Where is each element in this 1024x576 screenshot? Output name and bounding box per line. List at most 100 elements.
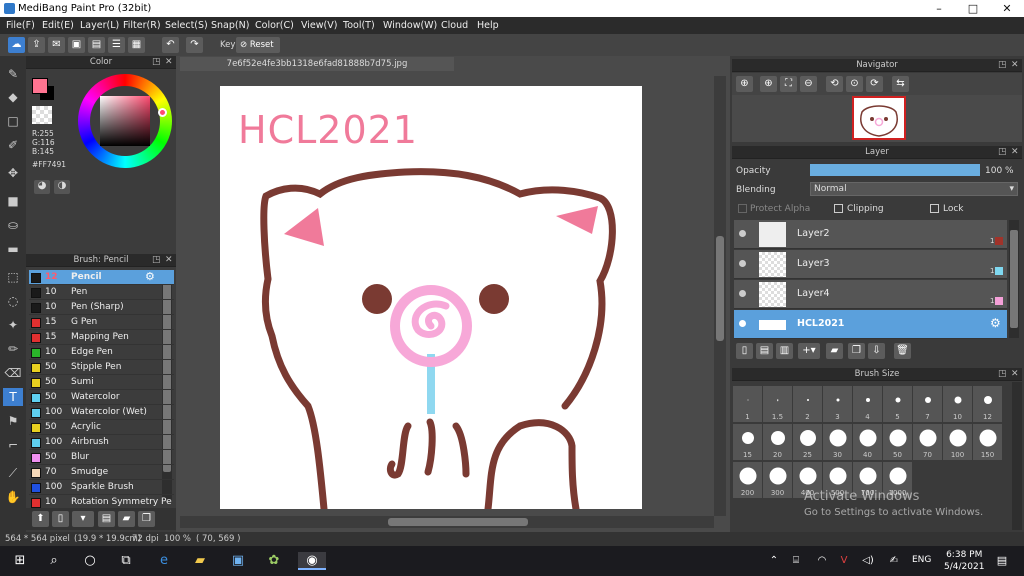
brush-size-option[interactable]: 50 bbox=[883, 424, 912, 460]
operation-tool-icon[interactable]: ⚑ bbox=[3, 412, 23, 430]
document-icon[interactable]: ▤ bbox=[88, 37, 105, 53]
brush-size-option[interactable]: 15 bbox=[733, 424, 762, 460]
brush-duplicate-icon[interactable]: ❐ bbox=[138, 511, 155, 527]
brush-size-option[interactable]: 12 bbox=[973, 386, 1002, 422]
brush-size-option[interactable]: 5 bbox=[883, 386, 912, 422]
brush-item[interactable]: 10 Pen bbox=[29, 285, 174, 300]
reset-button[interactable]: ⊘ Reset bbox=[236, 37, 280, 53]
float-icon[interactable]: ◳ bbox=[998, 368, 1007, 381]
menu-window[interactable]: Window(W) bbox=[383, 20, 437, 31]
brush-size-option[interactable]: 1.5 bbox=[763, 386, 792, 422]
close-panel-icon[interactable]: ✕ bbox=[1011, 146, 1019, 159]
text-tool-icon[interactable]: T bbox=[3, 388, 23, 406]
magic-wand-tool-icon[interactable]: ✦ bbox=[3, 316, 23, 334]
brush-item[interactable]: 15 G Pen bbox=[29, 315, 174, 330]
brush-size-option[interactable]: 100 bbox=[943, 424, 972, 460]
layer-scrollbar[interactable] bbox=[1009, 220, 1019, 338]
blending-select[interactable]: Normal ▾ bbox=[810, 182, 1018, 196]
brush-item[interactable]: 50 Stipple Pen bbox=[29, 360, 174, 375]
brush-size-option[interactable]: 70 bbox=[913, 424, 942, 460]
search-icon[interactable]: ⌕ bbox=[44, 552, 64, 570]
saturation-square[interactable] bbox=[100, 96, 150, 146]
brush-new-icon[interactable]: ▯ bbox=[52, 511, 69, 527]
notification-icon[interactable]: ▤ bbox=[992, 552, 1012, 570]
navigator-preview[interactable] bbox=[732, 95, 1022, 142]
brush-size-option[interactable]: 7 bbox=[913, 386, 942, 422]
layer-row-layer2[interactable]: Layer2 1 bbox=[734, 220, 1007, 249]
lock-checkbox[interactable] bbox=[930, 204, 939, 213]
brush-size-option[interactable]: 4 bbox=[853, 386, 882, 422]
brush-size-option[interactable]: 200 bbox=[733, 462, 762, 498]
comment-icon[interactable]: ✉ bbox=[48, 37, 65, 53]
store-icon[interactable]: ▣ bbox=[228, 552, 248, 570]
brush-item[interactable]: 15 Mapping Pen bbox=[29, 330, 174, 345]
grid-icon[interactable]: ▦ bbox=[128, 37, 145, 53]
brush-item[interactable]: 12 Pencil ⚙ bbox=[29, 270, 174, 285]
fit-icon[interactable]: ⛶ bbox=[780, 76, 797, 92]
brush-copy-icon[interactable]: ▤ bbox=[98, 511, 115, 527]
wifi-icon[interactable]: ◠ bbox=[812, 552, 832, 570]
brush-size-option[interactable]: 300 bbox=[763, 462, 792, 498]
close-panel-icon[interactable]: ✕ bbox=[1011, 368, 1019, 381]
export-icon[interactable]: ⇪ bbox=[28, 37, 45, 53]
minimize-button[interactable]: – bbox=[922, 0, 956, 17]
lasso-tool-icon[interactable]: ◌ bbox=[3, 292, 23, 310]
brush-size-option[interactable]: 20 bbox=[763, 424, 792, 460]
antivirus-icon[interactable]: V bbox=[834, 552, 854, 570]
vertical-scroll-thumb[interactable] bbox=[716, 236, 724, 341]
select-pen-tool-icon[interactable]: ✏ bbox=[3, 340, 23, 358]
menu-snap[interactable]: Snap(N) bbox=[211, 20, 249, 31]
brush-item[interactable]: 50 Acrylic bbox=[29, 420, 174, 435]
volume-icon[interactable]: ◁) bbox=[858, 552, 878, 570]
brush-size-option[interactable]: 30 bbox=[823, 424, 852, 460]
new-layer-8bit-icon[interactable]: ▤ bbox=[756, 343, 773, 359]
select-eraser-tool-icon[interactable]: ⌫ bbox=[3, 364, 23, 382]
palette-icon[interactable]: ◕ bbox=[34, 180, 50, 194]
float-icon[interactable]: ◳ bbox=[998, 146, 1007, 159]
float-icon[interactable]: ◳ bbox=[998, 59, 1007, 72]
layer-row-hcl2021[interactable]: HCL2021 ⚙ bbox=[734, 310, 1007, 339]
layer-scroll-thumb[interactable] bbox=[1010, 230, 1018, 328]
brush-size-option[interactable]: 150 bbox=[973, 424, 1002, 460]
layer-row-layer3[interactable]: Layer3 1 bbox=[734, 250, 1007, 279]
brush-item[interactable]: 50 Sumi bbox=[29, 375, 174, 390]
brush-menu-icon[interactable]: ▾ bbox=[72, 511, 94, 527]
hand-tool-icon[interactable]: ✋ bbox=[3, 488, 23, 506]
paint-app-icon[interactable]: ✿ bbox=[264, 552, 284, 570]
redo-icon[interactable]: ↷ bbox=[186, 37, 203, 53]
color-set-icon[interactable]: ◑ bbox=[54, 180, 70, 194]
brush-size-option[interactable]: 3 bbox=[823, 386, 852, 422]
hue-handle[interactable] bbox=[158, 108, 167, 117]
flip-icon[interactable]: ⇆ bbox=[892, 76, 909, 92]
undo-icon[interactable]: ↶ bbox=[162, 37, 179, 53]
cloud-icon[interactable]: ☁ bbox=[8, 37, 25, 53]
document-tab[interactable]: 7e6f52e4fe3bb1318e6fad81888b7d75.jpg bbox=[180, 57, 454, 71]
menu-file[interactable]: File(F) bbox=[6, 20, 35, 31]
canvas-paper[interactable]: HCL2021 bbox=[220, 86, 642, 509]
transparent-swatch[interactable] bbox=[32, 106, 52, 124]
medibang-taskbar-icon[interactable]: ◉ bbox=[298, 552, 326, 570]
brush-item[interactable]: 100 Airbrush bbox=[29, 435, 174, 450]
menu-layer[interactable]: Layer(L) bbox=[80, 20, 119, 31]
pen-tool-icon[interactable]: ✐ bbox=[3, 136, 23, 154]
brush-size-option[interactable]: 2 bbox=[793, 386, 822, 422]
close-panel-icon[interactable]: ✕ bbox=[165, 56, 173, 69]
chevron-up-icon[interactable]: ⌃ bbox=[764, 552, 784, 570]
duplicate-layer-icon[interactable]: ❐ bbox=[848, 343, 865, 359]
visibility-icon[interactable] bbox=[739, 260, 746, 267]
brush-item[interactable]: 10 Edge Pen bbox=[29, 345, 174, 360]
menu-filter[interactable]: Filter(R) bbox=[123, 20, 161, 31]
gear-icon[interactable]: ⚙ bbox=[145, 270, 155, 283]
dropper-tool-icon[interactable]: ⟋ bbox=[3, 464, 23, 482]
list-icon[interactable]: ☰ bbox=[108, 37, 125, 53]
clipping-checkbox[interactable] bbox=[834, 204, 843, 213]
bucket-tool-icon[interactable]: ⛀ bbox=[3, 216, 23, 234]
network-icon[interactable]: ⌸ bbox=[786, 552, 806, 570]
brush-item[interactable]: 50 Blur bbox=[29, 450, 174, 465]
fill-rect-tool-icon[interactable]: ■ bbox=[3, 192, 23, 210]
new-layer-icon[interactable]: ▯ bbox=[736, 343, 753, 359]
gear-icon[interactable]: ⚙ bbox=[990, 316, 1001, 330]
edge-browser-icon[interactable]: e bbox=[154, 552, 174, 570]
zoom-icon[interactable]: ⊕ bbox=[736, 76, 753, 92]
navigator-thumbnail[interactable] bbox=[852, 96, 906, 140]
